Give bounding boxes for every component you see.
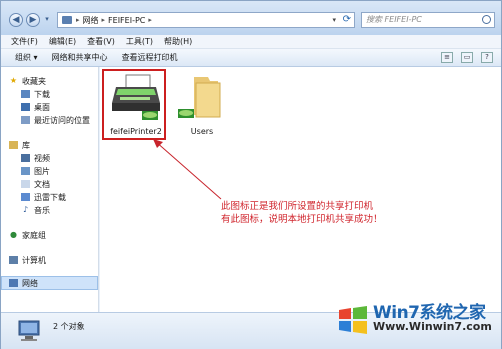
nav-item-documents[interactable]: 文档	[21, 178, 50, 190]
nav-libraries[interactable]: 库	[9, 139, 30, 151]
breadcrumb-separator: ▸	[76, 16, 80, 24]
nav-item-label: 迅雷下载	[34, 192, 66, 202]
nav-homegroup[interactable]: ● 家庭组	[9, 229, 46, 241]
menu-bar: 文件(F) 编辑(E) 查看(V) 工具(T) 帮助(H)	[1, 35, 501, 49]
printer-highlight-box	[102, 69, 166, 140]
explorer-window: ◀ ▶ ▾ ▸ 网络 ▸ FEIFEI-PC ▸ ▾ ⟳ 搜索 FEIFEI-P…	[0, 0, 502, 349]
nav-item-desktop[interactable]: 桌面	[21, 101, 50, 113]
nav-favorites-label: 收藏夹	[22, 76, 46, 86]
annotation-line-1: 此图标正是我们所设置的共享打印机	[221, 201, 374, 212]
library-icon	[9, 141, 18, 149]
users-folder-item[interactable]: Users	[170, 73, 234, 136]
nav-item-downloads[interactable]: 下载	[21, 88, 50, 100]
nav-item-music[interactable]: ♪ 音乐	[21, 204, 50, 216]
nav-homegroup-label: 家庭组	[22, 230, 46, 240]
shared-folder-icon	[178, 77, 221, 118]
breadcrumb-separator: ▸	[101, 16, 106, 24]
picture-library-icon	[21, 167, 30, 175]
view-options-icon[interactable]: ≡	[441, 52, 453, 63]
address-dropdown-icon[interactable]: ▾	[332, 16, 336, 24]
nav-computer[interactable]: 计算机	[9, 254, 46, 266]
network-sharing-center-button[interactable]: 网络和共享中心	[52, 52, 108, 63]
computer-icon	[9, 256, 18, 264]
menu-file[interactable]: 文件(F)	[11, 36, 38, 47]
address-bar[interactable]: ▸ 网络 ▸ FEIFEI-PC ▸ ▾ ⟳	[57, 12, 355, 28]
breadcrumb-separator: ▸	[148, 16, 152, 24]
refresh-icon[interactable]: ⟳	[343, 14, 351, 25]
music-note-icon: ♪	[22, 205, 29, 214]
nav-favorites[interactable]: ★ 收藏夹	[9, 75, 46, 87]
nav-item-label: 视频	[34, 153, 50, 163]
help-icon[interactable]: ?	[481, 52, 493, 63]
annotation-arrow	[153, 139, 222, 200]
title-bar: ◀ ▶ ▾ ▸ 网络 ▸ FEIFEI-PC ▸ ▾ ⟳ 搜索 FEIFEI-P…	[1, 1, 501, 35]
nav-item-label: 音乐	[34, 205, 50, 215]
menu-help[interactable]: 帮助(H)	[164, 36, 192, 47]
nav-item-recent-places[interactable]: 最近访问的位置	[21, 114, 90, 126]
nav-item-label: 桌面	[34, 102, 50, 112]
search-icon[interactable]	[482, 15, 491, 24]
annotation-line-2: 有此图标，说明本地打印机共享成功！	[221, 214, 383, 225]
nav-network-label: 网络	[22, 278, 38, 288]
users-folder-name: Users	[190, 127, 214, 136]
nav-item-label: 下载	[34, 89, 50, 99]
forward-button[interactable]: ▶	[26, 13, 40, 27]
document-library-icon	[21, 180, 30, 188]
desktop-icon	[21, 103, 30, 111]
breadcrumb-computer[interactable]: FEIFEI-PC	[108, 16, 145, 25]
navigation-pane: ★ 收藏夹 下载 桌面 最近访问的位置 库 视频 图片 文档 迅雷下载 ♪ 音乐…	[1, 67, 99, 312]
homegroup-icon: ●	[10, 230, 17, 239]
xunlei-folder-icon	[21, 193, 30, 201]
preview-pane-icon[interactable]: ▭	[461, 52, 473, 63]
view-remote-printers-button[interactable]: 查看远程打印机	[122, 52, 178, 63]
watermark-url: Www.Winwin7.com	[373, 320, 492, 333]
nav-item-label: 图片	[34, 166, 50, 176]
search-placeholder: 搜索 FEIFEI-PC	[366, 15, 422, 24]
search-input[interactable]: 搜索 FEIFEI-PC	[361, 12, 495, 28]
star-icon: ★	[9, 76, 18, 85]
windows-logo-icon	[339, 306, 367, 334]
back-button[interactable]: ◀	[9, 13, 23, 27]
annotation-text: 此图标正是我们所设置的共享打印机 有此图标，说明本地打印机共享成功！	[221, 200, 383, 226]
nav-item-videos[interactable]: 视频	[21, 152, 50, 164]
status-network-pc-icon	[18, 320, 40, 341]
nav-item-xunlei-downloads[interactable]: 迅雷下载	[21, 191, 66, 203]
nav-network[interactable]: 网络	[9, 277, 38, 289]
video-library-icon	[21, 154, 30, 162]
menu-view[interactable]: 查看(V)	[87, 36, 115, 47]
nav-libraries-label: 库	[22, 140, 30, 150]
nav-item-label: 最近访问的位置	[34, 115, 90, 125]
command-bar: 组织 ▾ 网络和共享中心 查看远程打印机 ≡ ▭ ?	[1, 49, 501, 67]
download-folder-icon	[21, 90, 30, 98]
item-count: 2 个对象	[53, 322, 85, 331]
breadcrumb-network[interactable]: 网络	[83, 15, 99, 26]
recent-pages-dropdown[interactable]: ▾	[42, 13, 52, 27]
nav-item-pictures[interactable]: 图片	[21, 165, 50, 177]
site-watermark: Win7系统之家 Www.Winwin7.com	[333, 298, 499, 348]
menu-tools[interactable]: 工具(T)	[126, 36, 153, 47]
nav-item-label: 文档	[34, 179, 50, 189]
network-location-icon	[62, 16, 72, 24]
recent-places-icon	[21, 116, 30, 124]
organize-button[interactable]: 组织 ▾	[15, 52, 38, 63]
menu-edit[interactable]: 编辑(E)	[49, 36, 76, 47]
nav-computer-label: 计算机	[22, 255, 46, 265]
network-icon	[9, 279, 18, 287]
